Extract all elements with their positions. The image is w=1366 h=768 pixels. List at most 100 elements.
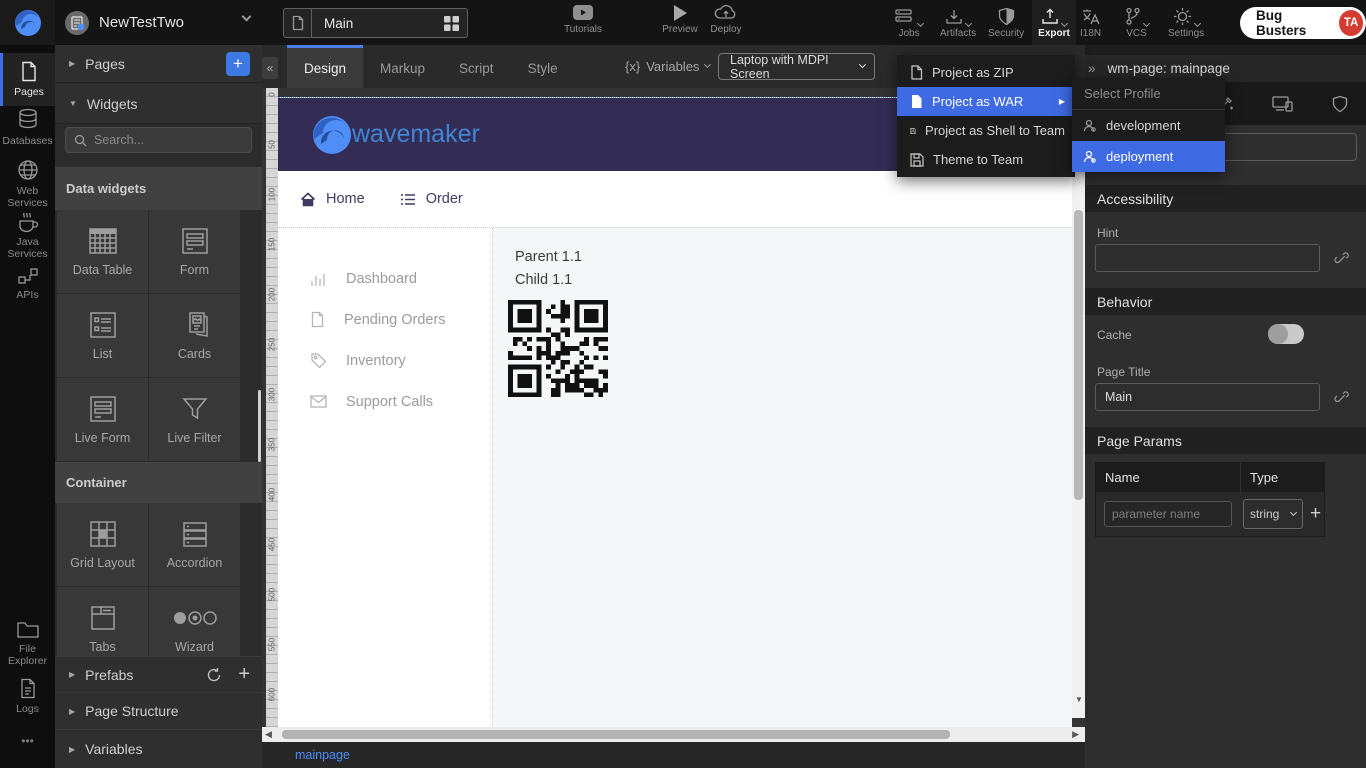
artifacts-menu-button[interactable]: Artifacts bbox=[940, 4, 976, 39]
i18n-button[interactable]: I18N bbox=[1080, 4, 1101, 39]
rail-item-file-explorer[interactable]: File Explorer bbox=[0, 620, 55, 667]
panel-scrollbar-thumb[interactable] bbox=[258, 390, 261, 462]
widget-data-table[interactable]: Data Table bbox=[57, 210, 148, 293]
shield-outline-icon[interactable] bbox=[1332, 95, 1348, 113]
widget-search-box[interactable] bbox=[65, 127, 252, 153]
widget-grid-layout[interactable]: Grid Layout bbox=[57, 503, 148, 586]
variables-section-header[interactable]: ▶ Variables bbox=[55, 729, 262, 768]
menu-item-project-as-shell[interactable]: Project as Shell to Team bbox=[897, 116, 1075, 145]
select-profile-submenu: Select Profile development deployment bbox=[1072, 78, 1225, 172]
qr-code-image[interactable] bbox=[508, 300, 608, 397]
rail-item-databases[interactable]: Databases bbox=[0, 108, 55, 147]
rail-item-web-services[interactable]: Web Services bbox=[0, 158, 55, 209]
devices-icon[interactable] bbox=[1272, 95, 1294, 112]
refresh-prefabs-button[interactable] bbox=[206, 667, 222, 683]
hint-input[interactable] bbox=[1095, 244, 1320, 272]
tutorials-button[interactable]: Tutorials bbox=[555, 4, 611, 35]
open-page-tab[interactable]: Main bbox=[283, 8, 468, 38]
tab-design[interactable]: Design bbox=[287, 45, 363, 88]
open-page-mainpage[interactable]: mainpage bbox=[295, 748, 350, 762]
canvas-vertical-scrollbar[interactable]: ▼ bbox=[1072, 97, 1085, 718]
scroll-left-arrow-icon[interactable]: ◀ bbox=[265, 729, 272, 740]
menu-item-label: Project as Shell to Team bbox=[925, 123, 1065, 138]
page-structure-section-header[interactable]: ▶ Page Structure bbox=[55, 692, 262, 729]
rail-item-apis[interactable]: APIs bbox=[0, 266, 55, 301]
breadcrumb-chevron-icon[interactable]: » bbox=[1088, 61, 1096, 76]
tab-markup[interactable]: Markup bbox=[363, 45, 442, 88]
widget-form[interactable]: Form bbox=[149, 210, 240, 293]
wavemaker-logo[interactable] bbox=[0, 0, 55, 45]
profile-development[interactable]: development bbox=[1072, 110, 1225, 141]
add-page-button[interactable]: + bbox=[226, 52, 250, 76]
device-chevron-icon bbox=[859, 61, 866, 68]
export-upload-icon bbox=[1041, 8, 1059, 26]
project-chevron-down-icon[interactable] bbox=[242, 12, 252, 22]
menu-item-project-as-war[interactable]: Project as WAR ▶ bbox=[897, 87, 1075, 116]
page-nav-bar: Home Order bbox=[278, 171, 1072, 228]
menu-item-project-as-zip[interactable]: Project as ZIP bbox=[897, 58, 1075, 87]
device-selector[interactable]: Laptop with MDPI Screen bbox=[718, 53, 875, 80]
page-grid-icon[interactable] bbox=[444, 16, 459, 31]
pages-section-header[interactable]: ▶ Pages + bbox=[55, 45, 262, 83]
profile-deployment[interactable]: deployment bbox=[1072, 141, 1225, 172]
widgets-section-header[interactable]: ▼ Widgets bbox=[55, 84, 262, 124]
page-structure-collapsed-icon: ▶ bbox=[69, 707, 75, 716]
more-horizontal-icon: ••• bbox=[21, 735, 34, 749]
rail-item-java-services[interactable]: Java Services bbox=[0, 211, 55, 260]
menu-item-theme-to-team[interactable]: Theme to Team bbox=[897, 145, 1075, 174]
menu-item-support-calls[interactable]: Support Calls bbox=[278, 381, 492, 422]
team-account-button[interactable]: Bug Busters TA bbox=[1240, 7, 1366, 39]
add-param-button[interactable]: + bbox=[1310, 503, 1321, 525]
canvas-horizontal-scrollbar[interactable]: ◀ ▶ bbox=[262, 727, 1085, 742]
save-disk-icon bbox=[910, 153, 924, 167]
rail-item-logs[interactable]: Logs bbox=[0, 678, 55, 715]
widget-live-form[interactable]: Live Form bbox=[57, 378, 148, 461]
collapse-panel-button[interactable]: « bbox=[262, 57, 278, 79]
prefabs-section-header[interactable]: ▶ Prefabs + bbox=[55, 656, 262, 692]
scroll-right-arrow-icon[interactable]: ▶ bbox=[1072, 729, 1079, 740]
menu-item-pending-orders[interactable]: Pending Orders bbox=[278, 299, 492, 340]
search-input[interactable] bbox=[94, 133, 234, 147]
ruler-mark: 250 bbox=[268, 336, 277, 354]
rail-item-pages[interactable]: Pages bbox=[0, 53, 55, 106]
page-title-input[interactable] bbox=[1095, 383, 1320, 411]
widget-live-filter[interactable]: Live Filter bbox=[149, 378, 240, 461]
page-params-header-row: Name Type bbox=[1096, 463, 1324, 492]
horizontal-scrollbar-thumb[interactable] bbox=[282, 730, 950, 739]
page-doc-icon bbox=[284, 9, 312, 37]
nav-order[interactable]: Order bbox=[400, 191, 463, 207]
scroll-down-arrow-icon[interactable]: ▼ bbox=[1075, 695, 1083, 704]
user-avatar[interactable]: TA bbox=[1339, 10, 1363, 36]
export-menu-button[interactable]: Export bbox=[1032, 0, 1076, 45]
menu-item-label: Project as ZIP bbox=[932, 65, 1014, 80]
vcs-menu-button[interactable]: VCS bbox=[1124, 4, 1149, 39]
project-switcher[interactable]: NewTestTwo bbox=[64, 0, 184, 45]
widget-cards[interactable]: Cards bbox=[149, 294, 240, 377]
param-type-select[interactable]: string bbox=[1243, 499, 1303, 529]
add-prefab-button[interactable]: + bbox=[238, 663, 250, 686]
menu-item-dashboard[interactable]: Dashboard bbox=[278, 258, 492, 299]
widget-accordion[interactable]: Accordion bbox=[149, 503, 240, 586]
variables-dropdown[interactable]: {x} Variables bbox=[625, 45, 710, 88]
cache-toggle[interactable] bbox=[1268, 324, 1304, 344]
menu-item-inventory[interactable]: Inventory bbox=[278, 340, 492, 381]
hint-bind-button[interactable] bbox=[1330, 247, 1352, 269]
child-label-widget[interactable]: Child 1.1 bbox=[515, 269, 1072, 292]
rail-more-button[interactable]: ••• bbox=[0, 735, 55, 749]
page-title-bind-button[interactable] bbox=[1330, 386, 1352, 408]
security-button[interactable]: Security bbox=[988, 4, 1024, 39]
variables-x-icon: {x} bbox=[625, 59, 640, 74]
param-name-input[interactable] bbox=[1104, 501, 1232, 527]
widget-list[interactable]: List bbox=[57, 294, 148, 377]
tab-script[interactable]: Script bbox=[442, 45, 511, 88]
nav-home-label: Home bbox=[326, 191, 365, 207]
parent-label-widget[interactable]: Parent 1.1 bbox=[515, 246, 1072, 269]
tab-style[interactable]: Style bbox=[511, 45, 575, 88]
nav-home[interactable]: Home bbox=[300, 191, 365, 207]
export-dropdown-menu: Project as ZIP Project as WAR ▶ Project … bbox=[897, 55, 1075, 177]
ruler-mark: 350 bbox=[268, 436, 277, 454]
settings-menu-button[interactable]: Settings bbox=[1168, 4, 1204, 39]
deploy-button[interactable]: Deploy bbox=[698, 4, 754, 35]
jobs-menu-button[interactable]: Jobs bbox=[895, 4, 923, 39]
vertical-scrollbar-thumb[interactable] bbox=[1074, 210, 1083, 500]
